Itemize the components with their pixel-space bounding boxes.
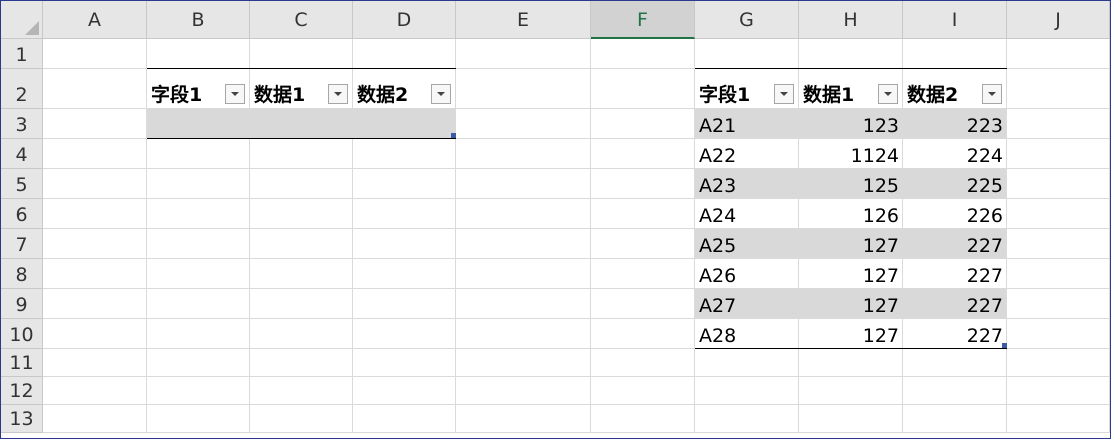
table2-filter-button[interactable] (982, 84, 1002, 104)
row-header-4[interactable]: 4 (1, 139, 43, 169)
table2-cell[interactable]: A23 (695, 169, 799, 199)
column-header-c[interactable]: C (250, 1, 353, 39)
table2-filter-button[interactable] (774, 84, 794, 104)
table2-cell[interactable]: A28 (695, 319, 799, 349)
table1-filter-button[interactable] (328, 84, 348, 104)
table-row-band (147, 109, 455, 138)
spreadsheet-window: A B C D E F G H I J 1 2 3 4 5 6 7 8 9 10 11 12 13 字段1 数据1 数据2 字段1 数… (0, 0, 1111, 439)
dropdown-arrow-icon (988, 92, 996, 96)
table2-cell[interactable]: 227 (903, 319, 1007, 349)
table2-cell[interactable]: 127 (799, 259, 903, 289)
row-header-10[interactable]: 10 (1, 319, 43, 349)
column-header-b[interactable]: B (147, 1, 250, 39)
row-header-9[interactable]: 9 (1, 289, 43, 319)
table2-cell[interactable]: 224 (903, 139, 1007, 169)
table2-cell[interactable]: 127 (799, 229, 903, 259)
row-gridline (43, 376, 1110, 377)
column-header-g[interactable]: G (695, 1, 799, 39)
table2-cell[interactable]: 226 (903, 199, 1007, 229)
column-header-f[interactable]: F (591, 1, 695, 39)
column-gridline (590, 39, 591, 433)
column-header-a[interactable]: A (43, 1, 147, 39)
column-header-h[interactable]: H (799, 1, 903, 39)
row-header-6[interactable]: 6 (1, 199, 43, 229)
row-header-3[interactable]: 3 (1, 109, 43, 139)
row-header-8[interactable]: 8 (1, 259, 43, 289)
table1-filter-button[interactable] (225, 84, 245, 104)
table2-cell[interactable]: A26 (695, 259, 799, 289)
table2-cell[interactable]: 223 (903, 109, 1007, 139)
table2-cell[interactable]: A24 (695, 199, 799, 229)
select-all-triangle-icon (25, 21, 39, 35)
table2-cell[interactable]: A27 (695, 289, 799, 319)
row-header-7[interactable]: 7 (1, 229, 43, 259)
row-gridline (43, 404, 1110, 405)
dropdown-arrow-icon (334, 92, 342, 96)
table2-cell[interactable]: 127 (799, 319, 903, 349)
dropdown-arrow-icon (231, 92, 239, 96)
table1-bottom-border (147, 138, 456, 139)
table1-resize-handle[interactable] (451, 133, 456, 138)
table2-cell[interactable]: 225 (903, 169, 1007, 199)
column-header-i[interactable]: I (903, 1, 1007, 39)
table2-filter-button[interactable] (878, 84, 898, 104)
row-header-13[interactable]: 13 (1, 405, 43, 433)
row-header-12[interactable]: 12 (1, 377, 43, 405)
table2-cell[interactable]: 126 (799, 199, 903, 229)
row-header-1[interactable]: 1 (1, 39, 43, 69)
row-header-2[interactable]: 2 (1, 69, 43, 109)
row-header-5[interactable]: 5 (1, 169, 43, 199)
table2-cell[interactable]: 227 (903, 259, 1007, 289)
row-gridline (43, 432, 1110, 433)
dropdown-arrow-icon (884, 92, 892, 96)
table2-cell[interactable]: A21 (695, 109, 799, 139)
column-header-e[interactable]: E (456, 1, 591, 39)
select-all-button[interactable] (1, 1, 43, 39)
table2-cell[interactable]: A22 (695, 139, 799, 169)
table2-cell[interactable]: 1124 (799, 139, 903, 169)
table2-cell[interactable]: A25 (695, 229, 799, 259)
table2-cell[interactable]: 127 (799, 289, 903, 319)
column-header-j[interactable]: J (1007, 1, 1110, 39)
column-gridline (1109, 39, 1110, 433)
column-header-d[interactable]: D (353, 1, 456, 39)
table2-cell[interactable]: 125 (799, 169, 903, 199)
table2-cell[interactable]: 227 (903, 289, 1007, 319)
dropdown-arrow-icon (437, 92, 445, 96)
table2-cell[interactable]: 123 (799, 109, 903, 139)
dropdown-arrow-icon (780, 92, 788, 96)
table2-resize-handle[interactable] (1002, 343, 1007, 348)
row-header-11[interactable]: 11 (1, 349, 43, 377)
table2-cell[interactable]: 227 (903, 229, 1007, 259)
table1-filter-button[interactable] (431, 84, 451, 104)
